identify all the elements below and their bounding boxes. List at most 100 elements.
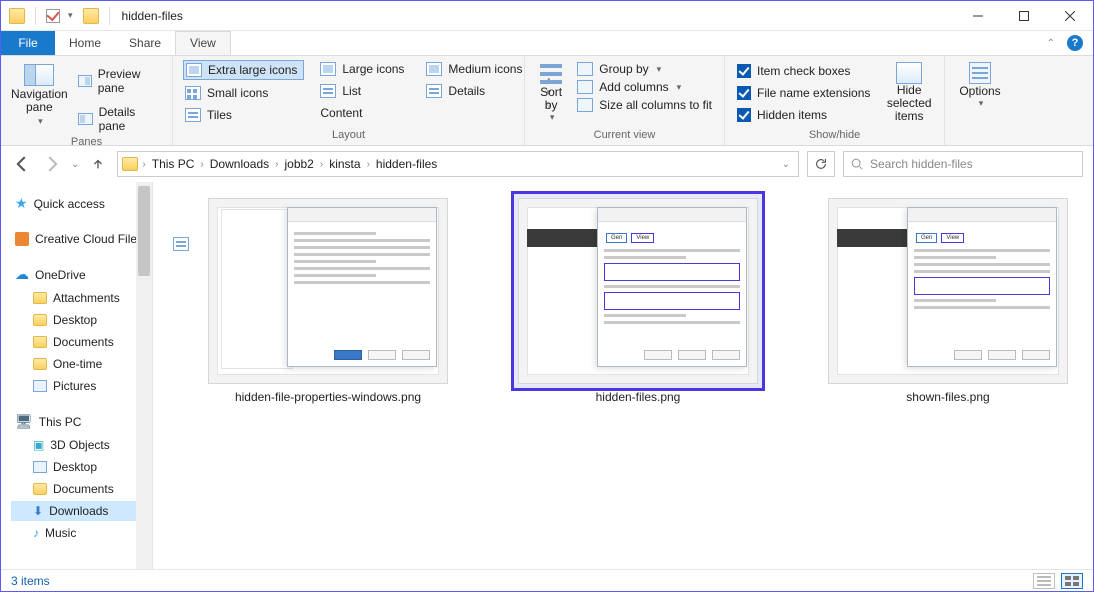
tree-3d-objects[interactable]: ▣3D Objects (11, 435, 148, 455)
search-icon (850, 157, 864, 171)
address-dropdown-icon[interactable]: ⌄ (782, 159, 790, 170)
group-label-show-hide: Show/hide (735, 129, 934, 143)
status-text: 3 items (11, 574, 50, 588)
details-pane-icon (78, 113, 93, 125)
music-icon: ♪ (33, 526, 39, 540)
item-check-boxes-checkbox[interactable]: Item check boxes (735, 62, 872, 80)
layout-extra-large-icons[interactable]: Extra large icons (183, 60, 304, 80)
search-placeholder: Search hidden-files (870, 157, 973, 171)
layout-details[interactable]: Details (424, 82, 528, 100)
size-all-columns-button[interactable]: Size all columns to fit (575, 96, 714, 114)
add-columns-button[interactable]: Add columns▾ (575, 78, 714, 96)
file-thumbnail (208, 198, 448, 384)
tree-onedrive-attachments[interactable]: Attachments (11, 288, 148, 308)
chevron-down-icon: ▾ (550, 112, 555, 123)
details-view-button[interactable] (1033, 573, 1055, 589)
breadcrumb-chevron-icon[interactable]: › (140, 159, 147, 170)
options-button[interactable]: Options ▾ (955, 60, 1005, 109)
breadcrumb-downloads[interactable]: Downloads (208, 157, 271, 171)
pc-icon: 🖥 (15, 413, 33, 430)
checkbox-icon (737, 86, 751, 100)
up-button[interactable] (87, 153, 109, 175)
preview-pane-label: Preview pane (98, 67, 160, 95)
tab-share[interactable]: Share (115, 31, 175, 55)
layout-tiles[interactable]: Tiles (183, 106, 304, 124)
thumbnails-view-button[interactable] (1061, 573, 1083, 589)
file-item[interactable]: GenView shown-files.png (813, 198, 1083, 404)
tree-creative-cloud[interactable]: Creative Cloud Files (11, 229, 148, 249)
help-button[interactable]: ? (1067, 35, 1083, 51)
add-columns-icon (577, 80, 593, 94)
tree-onedrive-pictures[interactable]: Pictures (11, 376, 148, 396)
minimize-button[interactable] (955, 1, 1001, 31)
tree-onedrive[interactable]: ☁OneDrive (11, 263, 148, 286)
options-icon (969, 62, 991, 84)
file-thumbnail: GenView (828, 198, 1068, 384)
tab-home[interactable]: Home (55, 31, 115, 55)
hidden-items-checkbox[interactable]: Hidden items (735, 106, 872, 124)
tree-quick-access[interactable]: ★Quick access (11, 192, 148, 215)
group-by-button[interactable]: Group by▾ (575, 60, 714, 78)
tree-music[interactable]: ♪Music (11, 523, 148, 543)
nav-scrollbar[interactable] (136, 182, 152, 569)
breadcrumb-jobb2[interactable]: jobb2 (282, 157, 315, 171)
chevron-down-icon: ▾ (38, 116, 43, 127)
layout-list[interactable]: List (318, 82, 410, 100)
tree-this-pc[interactable]: 🖥This PC (11, 410, 148, 433)
tree-desktop[interactable]: Desktop (11, 457, 148, 477)
file-name-extensions-checkbox[interactable]: File name extensions (735, 84, 872, 102)
file-item[interactable]: GenView hidden-files.png (503, 198, 773, 404)
file-name: shown-files.png (900, 390, 995, 404)
details-icon (426, 84, 442, 98)
hide-selected-items-button[interactable]: Hide selected items (884, 60, 934, 124)
tab-view[interactable]: View (175, 31, 231, 55)
navigation-pane-button[interactable]: Navigation pane ▾ (11, 60, 68, 127)
tree-onedrive-onetime[interactable]: One-time (11, 354, 148, 374)
tree-onedrive-documents[interactable]: Documents (11, 332, 148, 352)
hide-selected-icon (896, 62, 922, 84)
navigation-pane-label: Navigation pane (11, 88, 68, 114)
sort-by-icon (538, 62, 564, 86)
layout-small-icons[interactable]: Small icons (183, 84, 304, 102)
close-button[interactable] (1047, 1, 1093, 31)
collapse-ribbon-icon[interactable]: ⌃ (1047, 38, 1055, 49)
breadcrumb-kinsta[interactable]: kinsta (327, 157, 362, 171)
back-button[interactable] (11, 153, 33, 175)
medium-icons-icon (426, 62, 442, 76)
tree-onedrive-desktop[interactable]: Desktop (11, 310, 148, 330)
files-view[interactable]: hidden-file-properties-windows.png GenVi… (153, 182, 1093, 569)
layout-large-icons[interactable]: Large icons (318, 60, 410, 78)
refresh-button[interactable] (807, 151, 835, 177)
quick-access-dropdown-icon[interactable]: ▾ (68, 10, 73, 21)
layout-medium-icons[interactable]: Medium icons (424, 60, 528, 78)
title-folder-icon (83, 8, 99, 24)
breadcrumb-this-pc[interactable]: This PC (150, 157, 197, 171)
quick-access-properties-icon[interactable] (46, 9, 60, 23)
breadcrumb-hidden-files[interactable]: hidden-files (374, 157, 439, 171)
file-name: hidden-files.png (590, 390, 687, 404)
breadcrumb-chevron-icon[interactable]: › (273, 159, 280, 170)
search-input[interactable]: Search hidden-files (843, 151, 1083, 177)
folder-icon (33, 292, 47, 304)
cloud-icon: ☁ (15, 266, 29, 283)
details-pane-button[interactable]: Details pane (76, 102, 162, 136)
forward-button[interactable] (41, 153, 63, 175)
breadcrumb-chevron-icon[interactable]: › (365, 159, 372, 170)
sort-by-button[interactable]: Sort by ▾ (535, 60, 567, 123)
tree-documents[interactable]: Documents (11, 479, 148, 499)
address-bar[interactable]: › This PC › Downloads › jobb2 › kinsta ›… (117, 151, 799, 177)
status-bar: 3 items (1, 569, 1093, 591)
tree-downloads[interactable]: ⬇Downloads (11, 501, 148, 521)
preview-pane-button[interactable]: Preview pane (76, 64, 162, 98)
breadcrumb-chevron-icon[interactable]: › (198, 159, 205, 170)
layout-content[interactable]: Content (318, 104, 410, 122)
maximize-button[interactable] (1001, 1, 1047, 31)
breadcrumb-chevron-icon[interactable]: › (318, 159, 325, 170)
recent-locations-button[interactable]: ⌄ (71, 159, 79, 170)
ribbon-tabs: File Home Share View ⌃ ? (1, 31, 1093, 56)
large-icons-icon (320, 62, 336, 76)
file-menu[interactable]: File (1, 31, 55, 55)
checkbox-icon (737, 108, 751, 122)
scrollbar-thumb[interactable] (138, 186, 150, 276)
file-item[interactable]: hidden-file-properties-windows.png (193, 198, 463, 404)
